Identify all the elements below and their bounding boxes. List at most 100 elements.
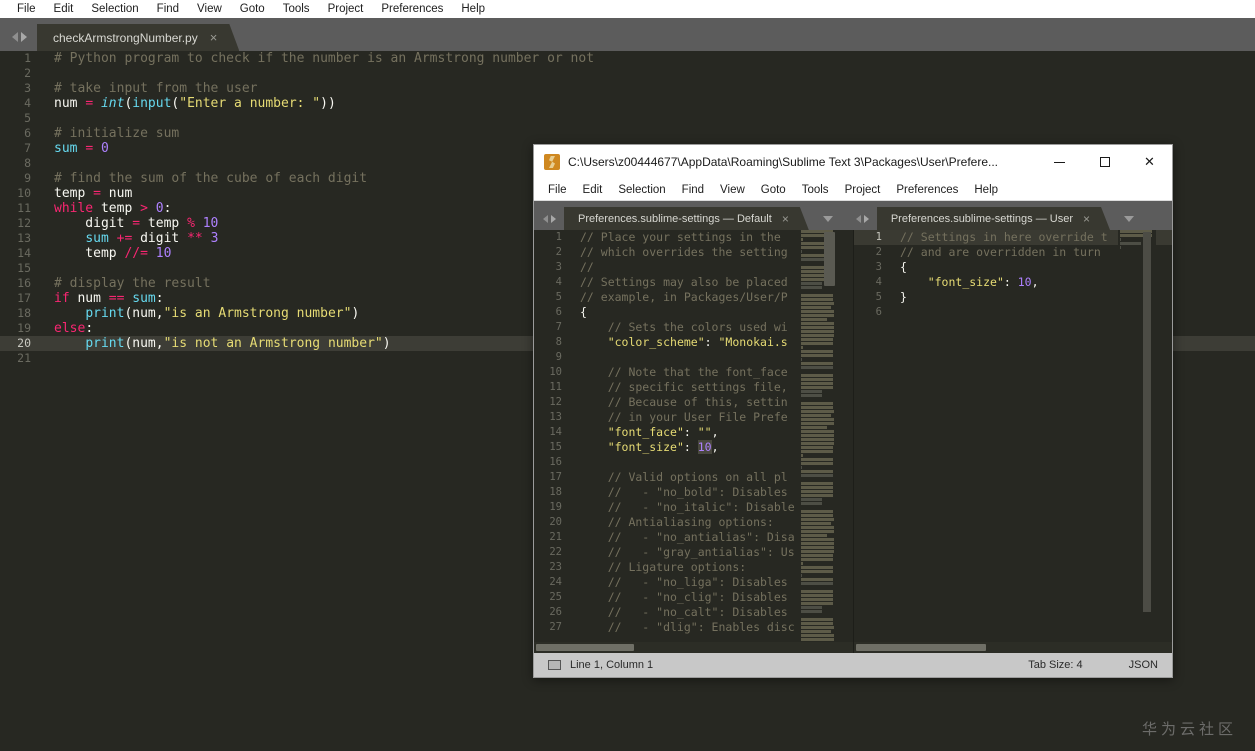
inner-nav-arrows-left[interactable] [534,215,564,230]
tab-close-icon[interactable]: × [210,31,218,44]
code-text[interactable]: // and are overridden in turn [890,245,1108,260]
minimize-button[interactable] [1037,145,1082,179]
code-text[interactable]: sum += digit ** 3 [40,231,218,246]
code-text[interactable]: // Because of this, settin [570,395,788,410]
menu-item-selection[interactable]: Selection [610,179,673,201]
code-text[interactable] [40,351,54,366]
code-text[interactable]: // Ligature options: [570,560,746,575]
code-text[interactable] [40,111,54,126]
code-text[interactable]: while temp > 0: [40,201,171,216]
code-text[interactable] [40,261,54,276]
code-text[interactable]: // Sets the colors used wi [570,320,788,335]
inner-window-titlebar[interactable]: C:\Users\z00444677\AppData\Roaming\Subli… [534,145,1172,179]
menu-item-edit[interactable]: Edit [575,179,611,201]
code-text[interactable]: // Settings in here override t [890,230,1108,245]
code-line[interactable]: 3 # take input from the user [0,81,1255,96]
nav-prev-icon[interactable] [855,215,861,223]
minimap-left[interactable] [799,230,837,642]
hscrollbar-right[interactable] [854,642,1172,653]
menu-item-selection[interactable]: Selection [82,0,147,18]
code-text[interactable]: // - "no_antialias": Disa [570,530,795,545]
nav-next-icon[interactable] [863,215,869,223]
code-text[interactable]: # find the sum of the cube of each digit [40,171,367,186]
menu-item-goto[interactable]: Goto [753,179,794,201]
code-text[interactable]: "font_face": "", [570,425,719,440]
maximize-button[interactable] [1082,145,1127,179]
code-text[interactable]: else: [40,321,93,336]
code-text[interactable]: # initialize sum [40,126,179,141]
inner-nav-arrows-right[interactable] [847,215,877,230]
code-text[interactable]: // Note that the font_face [570,365,788,380]
minimap-right[interactable] [1118,230,1156,642]
code-line[interactable]: 5 [0,111,1255,126]
code-text[interactable]: } [890,290,907,305]
code-text[interactable]: num = int(input("Enter a number: ")) [40,96,336,111]
menu-item-view[interactable]: View [712,179,753,201]
code-text[interactable] [570,350,580,365]
code-line[interactable]: 4 num = int(input("Enter a number: ")) [0,96,1255,111]
console-toggle-icon[interactable] [548,660,561,670]
nav-prev-icon[interactable] [543,215,548,223]
tab-preferences-default[interactable]: Preferences.sublime-settings — Default × [564,207,809,230]
code-text[interactable]: if num == sum: [40,291,164,306]
tab-preferences-user[interactable]: Preferences.sublime-settings — User × [877,207,1110,230]
code-line[interactable]: 6 # initialize sum [0,126,1255,141]
code-text[interactable]: // in your User File Prefe [570,410,788,425]
menu-item-file[interactable]: File [8,0,45,18]
menu-item-goto[interactable]: Goto [231,0,274,18]
menu-item-tools[interactable]: Tools [794,179,837,201]
tab-dropdown-right[interactable] [1110,216,1148,230]
hscroll-thumb[interactable] [856,644,986,651]
code-text[interactable]: // Antialiasing options: [570,515,774,530]
scrollbar-right[interactable] [1143,232,1151,612]
nav-next-icon[interactable] [21,32,27,42]
tab-close-icon[interactable]: × [782,212,789,226]
code-text[interactable]: // - "no_liga": Disables [570,575,795,590]
default-settings-code[interactable]: 1 // Place your settings in the 2 // which… [534,230,853,642]
code-text[interactable]: "color_scheme": "Monokai.s [570,335,788,350]
code-text[interactable]: print(num,"is not an Armstrong number") [40,336,390,351]
code-text[interactable]: // - "dlig": Enables disc [570,620,795,635]
user-settings-code[interactable]: 1 // Settings in here override t 2 // and a… [854,230,1172,642]
hscroll-thumb[interactable] [536,644,634,651]
code-text[interactable]: # Python program to check if the number … [40,51,594,66]
code-text[interactable]: { [570,305,587,320]
hscrollbar-left[interactable] [534,642,853,653]
menu-item-find[interactable]: Find [674,179,712,201]
code-text[interactable]: "font_size": 10, [890,275,1039,290]
code-text[interactable]: // - "no_calt": Disables [570,605,795,620]
minimap-viewport-left[interactable] [824,232,835,286]
code-text[interactable]: // Settings may also be placed [570,275,788,290]
editor-tab-checkarmstrongnumber[interactable]: checkArmstrongNumber.py × [37,24,239,51]
chevron-down-icon[interactable] [1124,216,1135,222]
chevron-down-icon[interactable] [822,216,833,222]
menu-item-edit[interactable]: Edit [45,0,83,18]
tab-size-indicator[interactable]: Tab Size: 4 [1028,659,1082,671]
code-line[interactable]: 2 [0,66,1255,81]
menu-item-find[interactable]: Find [148,0,188,18]
code-text[interactable]: # display the result [40,276,211,291]
code-text[interactable]: // - "gray_antialias": Us [570,545,795,560]
code-text[interactable]: "font_size": 10, [570,440,719,455]
menu-item-help[interactable]: Help [452,0,494,18]
code-text[interactable]: print(num,"is an Armstrong number") [40,306,359,321]
code-text[interactable] [570,455,580,470]
close-button[interactable]: ✕ [1127,145,1172,179]
menu-item-project[interactable]: Project [319,0,373,18]
menu-item-preferences[interactable]: Preferences [888,179,966,201]
sublime-preferences-window[interactable]: C:\Users\z00444677\AppData\Roaming\Subli… [533,144,1173,678]
code-line[interactable]: 1 # Python program to check if the number… [0,51,1255,66]
syntax-indicator[interactable]: JSON [1129,659,1158,671]
code-text[interactable]: // Place your settings in the [570,230,788,245]
code-text[interactable]: digit = temp % 10 [40,216,218,231]
nav-next-icon[interactable] [551,215,556,223]
tab-dropdown-left[interactable] [809,216,847,230]
code-text[interactable]: // [570,260,594,275]
menu-item-help[interactable]: Help [966,179,1006,201]
nav-prev-icon[interactable] [12,32,18,42]
code-text[interactable] [40,156,54,171]
menu-item-preferences[interactable]: Preferences [372,0,452,18]
code-text[interactable]: // Valid options on all pl [570,470,788,485]
code-text[interactable]: // - "no_italic": Disable [570,500,795,515]
code-text[interactable]: sum = 0 [40,141,109,156]
